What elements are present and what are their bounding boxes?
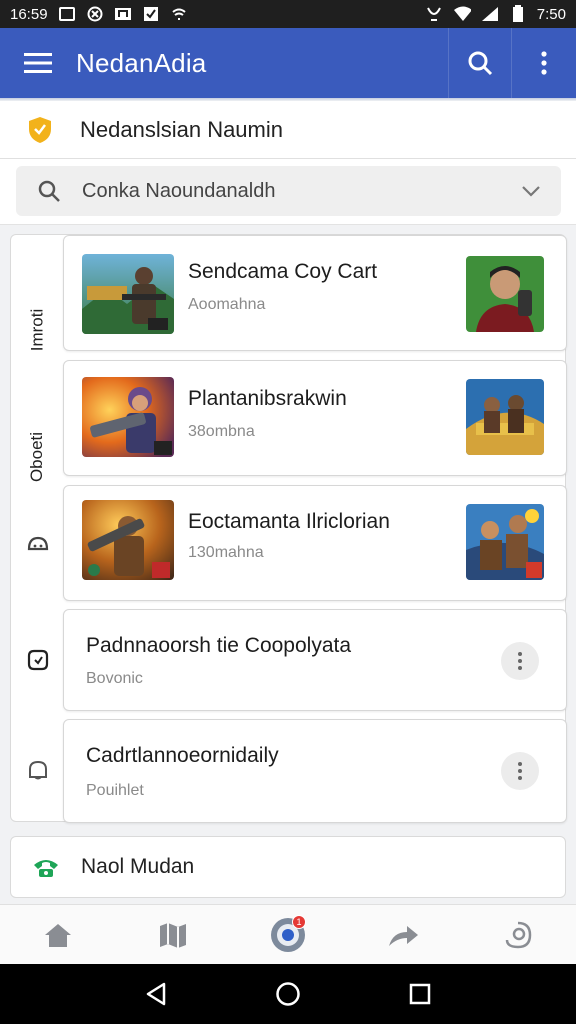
footer-row[interactable]: Naol Mudan (10, 836, 566, 898)
card-title: Sendcama Coy Cart (188, 260, 378, 283)
rail-label-2[interactable]: Oboeti (11, 402, 63, 512)
nav-share[interactable] (373, 905, 433, 965)
list-item[interactable]: Cadrtlannoeornidaily Pouihlet (63, 719, 567, 823)
home-button[interactable] (263, 969, 313, 1019)
more-vert-icon (518, 652, 522, 670)
game-cover[interactable] (466, 379, 544, 455)
game-thumbnail (82, 254, 174, 334)
nav-home[interactable] (28, 905, 88, 965)
card-subtitle: 38ombna (188, 423, 255, 440)
rail-label-1[interactable]: Imroti (11, 275, 63, 385)
status-time-left: 16:59 (10, 5, 48, 23)
card-subtitle: Bovonic (86, 670, 143, 687)
phone-icon (11, 855, 81, 879)
battery-icon (509, 5, 527, 22)
search-button[interactable] (448, 28, 512, 98)
section-title: Nedanslsian Naumin (80, 116, 283, 142)
side-rail: Imroti Oboeti (11, 235, 63, 821)
vibrate-icon (425, 6, 443, 22)
game-thumbnail (82, 500, 174, 580)
recents-button[interactable] (395, 969, 445, 1019)
image-icon (58, 6, 76, 22)
system-nav-bar (0, 964, 576, 1024)
app-title: NedanAdia (76, 47, 207, 78)
chevron-down-icon[interactable] (501, 185, 561, 197)
check-square-icon (142, 6, 160, 22)
nav-map[interactable] (143, 905, 203, 965)
home-icon (44, 923, 71, 947)
app-bar: NedanAdia (0, 28, 576, 98)
footer-text: Naol Mudan (81, 855, 195, 878)
home-circle-icon (276, 982, 300, 1006)
game-thumbnail (82, 377, 174, 457)
map-icon (159, 922, 186, 948)
reaction-icon[interactable] (25, 533, 51, 559)
game-cover[interactable] (466, 504, 544, 580)
section-header[interactable]: Nedanslsian Naumin (0, 101, 576, 159)
card-title: Plantanibsrakwin (188, 387, 347, 410)
nav-profile[interactable] (488, 905, 548, 965)
more-vert-icon (541, 51, 547, 75)
list-item[interactable]: Plantanibsrakwin 38ombna (63, 360, 567, 476)
card-subtitle: Aoomahna (188, 296, 266, 313)
list-item[interactable]: Sendcama Coy Cart Aoomahna (63, 235, 567, 351)
card-subtitle: Pouihlet (86, 782, 144, 799)
notification-badge: 1 (291, 914, 306, 929)
search-icon (468, 51, 493, 76)
back-button[interactable] (131, 969, 181, 1019)
wifi-icon (453, 6, 471, 22)
recents-icon (409, 983, 431, 1005)
card-title: Padnnaoorsh tie Coopolyata (86, 634, 352, 657)
card-title: Cadrtlannoeornidaily (86, 744, 279, 767)
search-input[interactable]: Conka Naoundanaldh (16, 166, 561, 216)
status-time-right: 7:50 (536, 5, 566, 23)
list-item[interactable]: Eoctamanta Ilriclorian 130mahna (63, 485, 567, 601)
search-field-icon (16, 179, 82, 203)
more-button[interactable] (512, 28, 576, 98)
card-title: Eoctamanta Ilriclorian (188, 510, 390, 533)
wifi-small-icon (170, 6, 188, 22)
card-subtitle: 130mahna (188, 544, 264, 561)
status-bar: 16:59 7:50 (0, 0, 576, 28)
status-left: 16:59 (10, 6, 188, 23)
menu-button[interactable] (0, 28, 76, 98)
status-right: 7:50 (425, 5, 566, 23)
signal-icon (481, 6, 499, 22)
search-bar: Conka Naoundanaldh (0, 159, 576, 225)
shield-icon (0, 116, 80, 144)
share-icon (389, 925, 419, 946)
notification-icon[interactable] (25, 757, 51, 783)
more-vert-icon (518, 762, 522, 780)
list-panel: Imroti Oboeti Sendcama Coy Cart Aoomahna… (10, 234, 567, 823)
profile-icon (506, 921, 532, 948)
item-menu-button[interactable] (501, 642, 539, 680)
calendar-icon[interactable] (25, 647, 51, 673)
item-menu-button[interactable] (501, 752, 539, 790)
nav-browser[interactable]: 1 (258, 905, 318, 965)
hamburger-icon (24, 53, 52, 73)
circle-x-icon (86, 6, 104, 22)
search-value: Conka Naoundanaldh (82, 179, 276, 202)
bottom-nav: 1 (0, 904, 576, 964)
music-icon (114, 6, 132, 22)
back-icon (146, 982, 166, 1006)
list-item[interactable]: Padnnaoorsh tie Coopolyata Bovonic (63, 609, 567, 711)
avatar[interactable] (466, 256, 544, 332)
